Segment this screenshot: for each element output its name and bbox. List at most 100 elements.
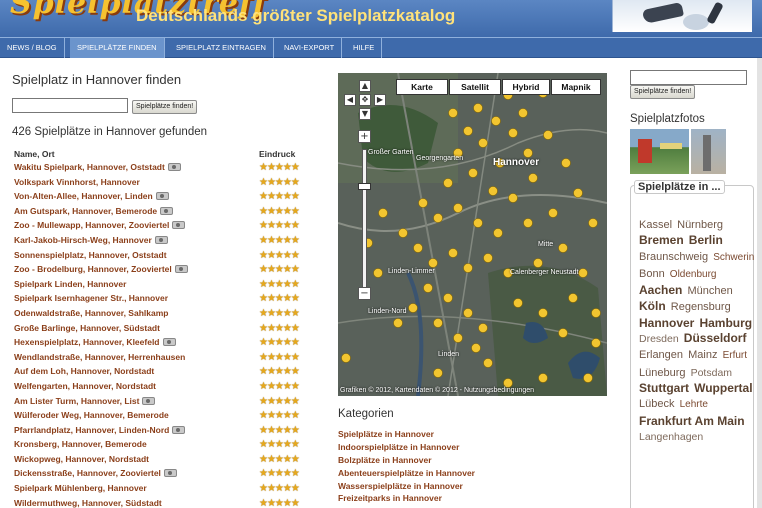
playground-link[interactable]: Welfengarten, Hannover, Nordstadt	[14, 381, 156, 391]
city-link[interactable]: Lüneburg	[639, 367, 686, 379]
city-link[interactable]: Braunschweig	[639, 251, 708, 263]
city-link[interactable]: Lehrte	[680, 399, 708, 410]
playground-link[interactable]: Spielpark Isernhagener Str., Hannover	[14, 293, 168, 303]
playground-name[interactable]: Wülferoder Weg, Hannover, Bemerode	[14, 410, 169, 420]
city-link[interactable]: Schwerin	[713, 252, 754, 263]
playground-link[interactable]: Spielpark Mühlenberg, Hannover	[14, 483, 147, 493]
playground-name[interactable]: Auf dem Loh, Hannover, Nordstadt	[14, 366, 154, 376]
playground-link[interactable]: Wildermuthweg, Hannover, Südstadt	[14, 498, 162, 508]
playground-link[interactable]: Wendlandstraße, Hannover, Herrenhausen	[14, 352, 185, 362]
city-link[interactable]: München	[687, 285, 732, 297]
category-link[interactable]: Freizeitparks in Hannover	[338, 493, 475, 506]
zoom-slider-track[interactable]	[362, 149, 367, 289]
playground-name[interactable]: Dickensstraße, Hannover, Zooviertel	[14, 468, 161, 478]
pan-right-icon[interactable]: ▶	[374, 94, 386, 106]
sidebar-search-input[interactable]	[630, 70, 747, 85]
nav-hilfe[interactable]: HILFE	[346, 38, 383, 58]
sidebar-search-button[interactable]: Spielplätze finden!	[630, 85, 696, 99]
playground-name[interactable]: Wakitu Spielpark, Hannover, Oststadt	[14, 162, 165, 172]
city-link[interactable]: Nürnberg	[677, 219, 723, 231]
city-link[interactable]: Wuppertal	[694, 381, 752, 395]
nav-spielplaetze-finden[interactable]: SPIELPLÄTZE FINDEN	[70, 38, 165, 58]
playground-name[interactable]: Zoo - Mullewapp, Hannover, Zooviertel	[14, 220, 169, 230]
playground-link[interactable]: Karl-Jakob-Hirsch-Weg, Hannover	[14, 235, 168, 245]
playground-name[interactable]: Wildermuthweg, Hannover, Südstadt	[14, 498, 162, 508]
playground-name[interactable]: Wickopweg, Hannover, Nordstadt	[14, 454, 149, 464]
playground-name[interactable]: Volkspark Vinnhorst, Hannover	[14, 177, 140, 187]
playground-name[interactable]: Wendlandstraße, Hannover, Herrenhausen	[14, 352, 185, 362]
playground-link[interactable]: Wakitu Spielpark, Hannover, Oststadt	[14, 162, 181, 172]
playground-name[interactable]: Spielpark Linden, Hannover	[14, 279, 126, 289]
playground-photo-thumbnail[interactable]	[691, 129, 726, 174]
zoom-out-button[interactable]: −	[358, 287, 371, 300]
city-link[interactable]: Hannover	[639, 316, 694, 330]
playground-name[interactable]: Spielpark Mühlenberg, Hannover	[14, 483, 147, 493]
playground-name[interactable]: Spielpark Isernhagener Str., Hannover	[14, 293, 168, 303]
nav-navi-export[interactable]: NAVI-EXPORT	[277, 38, 343, 58]
city-link[interactable]: Bremen	[639, 233, 684, 247]
playground-link[interactable]: Kronsberg, Hannover, Bemerode	[14, 439, 147, 449]
playground-link[interactable]: Wickopweg, Hannover, Nordstadt	[14, 454, 149, 464]
city-link[interactable]: Hamburg	[699, 316, 752, 330]
playground-link[interactable]: Am Gutspark, Hannover, Bemerode	[14, 206, 174, 216]
city-link[interactable]: Regensburg	[671, 301, 731, 313]
playground-link[interactable]: Am Lister Turm, Hannover, List	[14, 396, 156, 406]
playground-link[interactable]: Zoo - Brodelburg, Hannover, Zooviertel	[14, 264, 188, 274]
playground-name[interactable]: Große Barlinge, Hannover, Südstadt	[14, 323, 160, 333]
zoom-slider-handle[interactable]	[358, 183, 371, 190]
playground-link[interactable]: Volkspark Vinnhorst, Hannover	[14, 177, 140, 187]
category-link[interactable]: Spielplätze in Hannover	[338, 429, 475, 442]
city-link[interactable]: Aachen	[639, 283, 682, 297]
category-link[interactable]: Abenteuerspielplätze in Hannover	[338, 468, 475, 481]
playground-link[interactable]: Odenwaldstraße, Hannover, Sahlkamp	[14, 308, 168, 318]
category-link[interactable]: Bolzplätze in Hannover	[338, 455, 475, 468]
playground-name[interactable]: Zoo - Brodelburg, Hannover, Zooviertel	[14, 264, 172, 274]
zoom-in-button[interactable]: +	[358, 130, 371, 143]
city-link[interactable]: Kassel	[639, 219, 672, 231]
city-link[interactable]: Köln	[639, 299, 666, 313]
city-link[interactable]: Mainz	[688, 349, 717, 361]
map-type-mapnik[interactable]: Mapnik	[551, 79, 601, 95]
map-copyright[interactable]: Grafiken © 2012, Kartendaten © 2012 - Nu…	[340, 387, 534, 394]
playground-name[interactable]: Am Gutspark, Hannover, Bemerode	[14, 206, 157, 216]
playground-name[interactable]: Hexenspielplatz, Hannover, Kleefeld	[14, 337, 160, 347]
column-header-impression[interactable]: Eindruck	[259, 149, 295, 159]
city-link[interactable]: Berlin	[689, 233, 723, 247]
column-header-name[interactable]: Name, Ort	[14, 149, 55, 159]
city-link[interactable]: Oldenburg	[670, 269, 717, 280]
city-link[interactable]: Langenhagen	[639, 431, 703, 443]
playground-photo-thumbnail[interactable]	[630, 129, 689, 174]
search-input[interactable]	[12, 98, 128, 113]
pan-up-icon[interactable]: ▲	[359, 80, 371, 92]
nav-news-blog[interactable]: NEWS / BLOG	[0, 38, 65, 58]
nav-spielplatz-eintragen[interactable]: SPIELPLATZ EINTRAGEN	[169, 38, 274, 58]
city-link[interactable]: Düsseldorf	[684, 331, 747, 345]
playground-link[interactable]: Wülferoder Weg, Hannover, Bemerode	[14, 410, 169, 420]
playground-link[interactable]: Auf dem Loh, Hannover, Nordstadt	[14, 366, 154, 376]
playground-name[interactable]: Kronsberg, Hannover, Bemerode	[14, 439, 147, 449]
city-link[interactable]: Stuttgart	[639, 381, 689, 395]
city-link[interactable]: Dresden	[639, 333, 679, 345]
pan-center-icon[interactable]: ✥	[359, 94, 371, 106]
playground-name[interactable]: Karl-Jakob-Hirsch-Weg, Hannover	[14, 235, 152, 245]
playground-link[interactable]: Spielpark Linden, Hannover	[14, 279, 126, 289]
search-button[interactable]: Spielplätze finden!	[132, 100, 198, 114]
city-link[interactable]: Bonn	[639, 268, 665, 280]
city-link[interactable]: Erfurt	[723, 350, 747, 361]
playground-link[interactable]: Große Barlinge, Hannover, Südstadt	[14, 323, 160, 333]
playground-name[interactable]: Odenwaldstraße, Hannover, Sahlkamp	[14, 308, 168, 318]
playground-link[interactable]: Dickensstraße, Hannover, Zooviertel	[14, 468, 177, 478]
playground-name[interactable]: Am Lister Turm, Hannover, List	[14, 396, 139, 406]
playground-name[interactable]: Sonnenspielplatz, Hannover, Oststadt	[14, 250, 167, 260]
playground-link[interactable]: Sonnenspielplatz, Hannover, Oststadt	[14, 250, 167, 260]
city-link[interactable]: Erlangen	[639, 349, 683, 361]
city-link[interactable]: Potsdam	[691, 367, 732, 379]
city-link[interactable]: Frankfurt Am Main	[639, 414, 745, 428]
category-link[interactable]: Indoorspielplätze in Hannover	[338, 442, 475, 455]
playground-name[interactable]: Welfengarten, Hannover, Nordstadt	[14, 381, 156, 391]
pan-left-icon[interactable]: ◀	[344, 94, 356, 106]
playground-link[interactable]: Von-Alten-Allee, Hannover, Linden	[14, 191, 169, 201]
category-link[interactable]: Wasserspielplätze in Hannover	[338, 481, 475, 494]
map-type-karte[interactable]: Karte	[396, 79, 448, 95]
playground-link[interactable]: Pfarrlandplatz, Hannover, Linden-Nord	[14, 425, 186, 435]
